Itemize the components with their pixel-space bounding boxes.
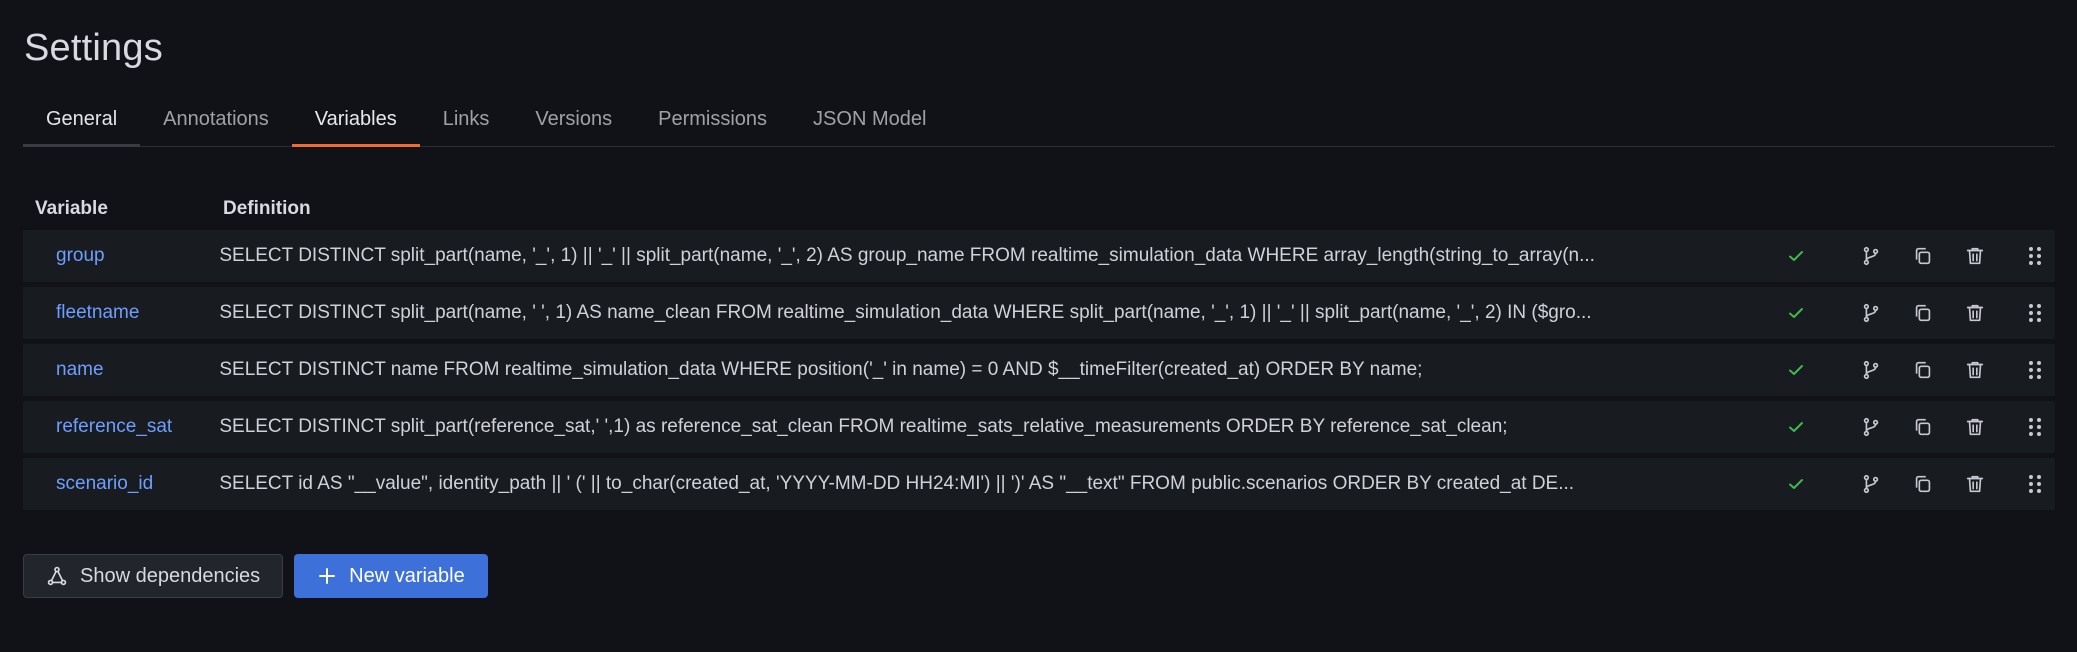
tab-variables[interactable]: Variables: [291, 98, 420, 147]
variable-definition: SELECT DISTINCT split_part(name, ' ', 1)…: [219, 302, 1592, 323]
dependencies-icon: [46, 565, 68, 587]
copy-icon[interactable]: [1897, 236, 1949, 276]
row-actions: [1845, 464, 2055, 504]
variables-table: Variable Definition group SELECT DISTINCT…: [23, 188, 2055, 515]
branch-icon[interactable]: [1845, 407, 1897, 447]
tab-versions[interactable]: Versions: [512, 98, 635, 146]
tab-annotations[interactable]: Annotations: [140, 98, 292, 146]
variable-name-link[interactable]: group: [23, 245, 219, 267]
row-actions: [1845, 293, 2055, 333]
table-row: group SELECT DISTINCT split_part(name, '_…: [23, 230, 2055, 282]
check-icon: [1747, 418, 1845, 436]
branch-icon[interactable]: [1845, 293, 1897, 333]
branch-icon[interactable]: [1845, 464, 1897, 504]
variable-definition: SELECT DISTINCT name FROM realtime_simul…: [219, 359, 1423, 380]
check-icon: [1747, 475, 1845, 493]
show-dependencies-label: Show dependencies: [80, 564, 261, 587]
trash-icon[interactable]: [1949, 407, 2001, 447]
row-actions: [1845, 407, 2055, 447]
copy-icon[interactable]: [1897, 464, 1949, 504]
drag-handle-icon[interactable]: [2015, 464, 2055, 504]
table-row: name SELECT DISTINCT name FROM realtime_s…: [23, 344, 2055, 396]
footer-actions: Show dependencies New variable: [23, 554, 488, 598]
check-icon: [1747, 361, 1845, 379]
check-icon: [1747, 247, 1845, 265]
tab-json-model[interactable]: JSON Model: [790, 98, 949, 146]
row-actions: [1845, 236, 2055, 276]
copy-icon[interactable]: [1897, 350, 1949, 390]
drag-handle-icon[interactable]: [2015, 407, 2055, 447]
tab-general[interactable]: General: [23, 98, 141, 147]
table-row: scenario_id SELECT id AS "__value", ident…: [23, 458, 2055, 510]
variable-definition: SELECT id AS "__value", identity_path ||…: [219, 473, 1575, 494]
variable-name-link[interactable]: scenario_id: [23, 473, 219, 495]
variable-name-link[interactable]: reference_sat: [23, 416, 219, 438]
column-header-definition: Definition: [223, 198, 311, 219]
trash-icon[interactable]: [1949, 236, 2001, 276]
table-header: Variable Definition: [23, 188, 2055, 230]
tab-permissions[interactable]: Permissions: [635, 98, 790, 146]
variable-definition: SELECT DISTINCT split_part(name, '_', 1)…: [219, 245, 1595, 266]
trash-icon[interactable]: [1949, 464, 2001, 504]
table-body: group SELECT DISTINCT split_part(name, '_…: [23, 230, 2055, 510]
variable-name-link[interactable]: name: [23, 359, 219, 381]
variable-definition: SELECT DISTINCT split_part(reference_sat…: [219, 416, 1508, 437]
table-row: fleetname SELECT DISTINCT split_part(name…: [23, 287, 2055, 339]
page-title: Settings: [24, 27, 163, 69]
trash-icon[interactable]: [1949, 293, 2001, 333]
row-actions: [1845, 350, 2055, 390]
table-row: reference_sat SELECT DISTINCT split_part(…: [23, 401, 2055, 453]
trash-icon[interactable]: [1949, 350, 2001, 390]
copy-icon[interactable]: [1897, 293, 1949, 333]
branch-icon[interactable]: [1845, 236, 1897, 276]
branch-icon[interactable]: [1845, 350, 1897, 390]
settings-page: Settings General Annotations Variables L…: [0, 0, 2077, 652]
drag-handle-icon[interactable]: [2015, 236, 2055, 276]
tab-links[interactable]: Links: [420, 98, 513, 146]
drag-handle-icon[interactable]: [2015, 350, 2055, 390]
plus-icon: [317, 566, 337, 586]
show-dependencies-button[interactable]: Show dependencies: [23, 554, 284, 598]
settings-tabs: General Annotations Variables Links Vers…: [23, 98, 2055, 147]
copy-icon[interactable]: [1897, 407, 1949, 447]
new-variable-button[interactable]: New variable: [294, 554, 488, 598]
drag-handle-icon[interactable]: [2015, 293, 2055, 333]
column-header-variable: Variable: [35, 198, 108, 219]
new-variable-label: New variable: [349, 564, 465, 587]
variable-name-link[interactable]: fleetname: [23, 302, 219, 324]
check-icon: [1747, 304, 1845, 322]
